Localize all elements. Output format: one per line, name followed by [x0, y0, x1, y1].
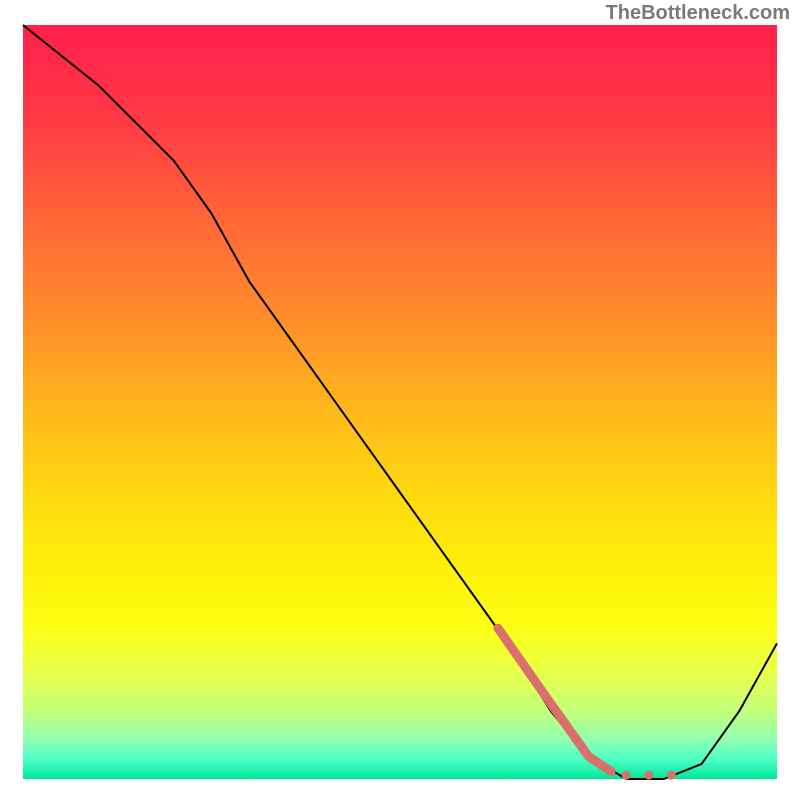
chart-svg — [0, 0, 800, 800]
highlight-dot — [644, 771, 653, 780]
highlight-dot — [667, 771, 676, 780]
highlight-dot — [622, 771, 631, 780]
chart-container: TheBottleneck.com — [0, 0, 800, 800]
plot-background — [23, 25, 777, 779]
attribution-text: TheBottleneck.com — [606, 2, 790, 25]
